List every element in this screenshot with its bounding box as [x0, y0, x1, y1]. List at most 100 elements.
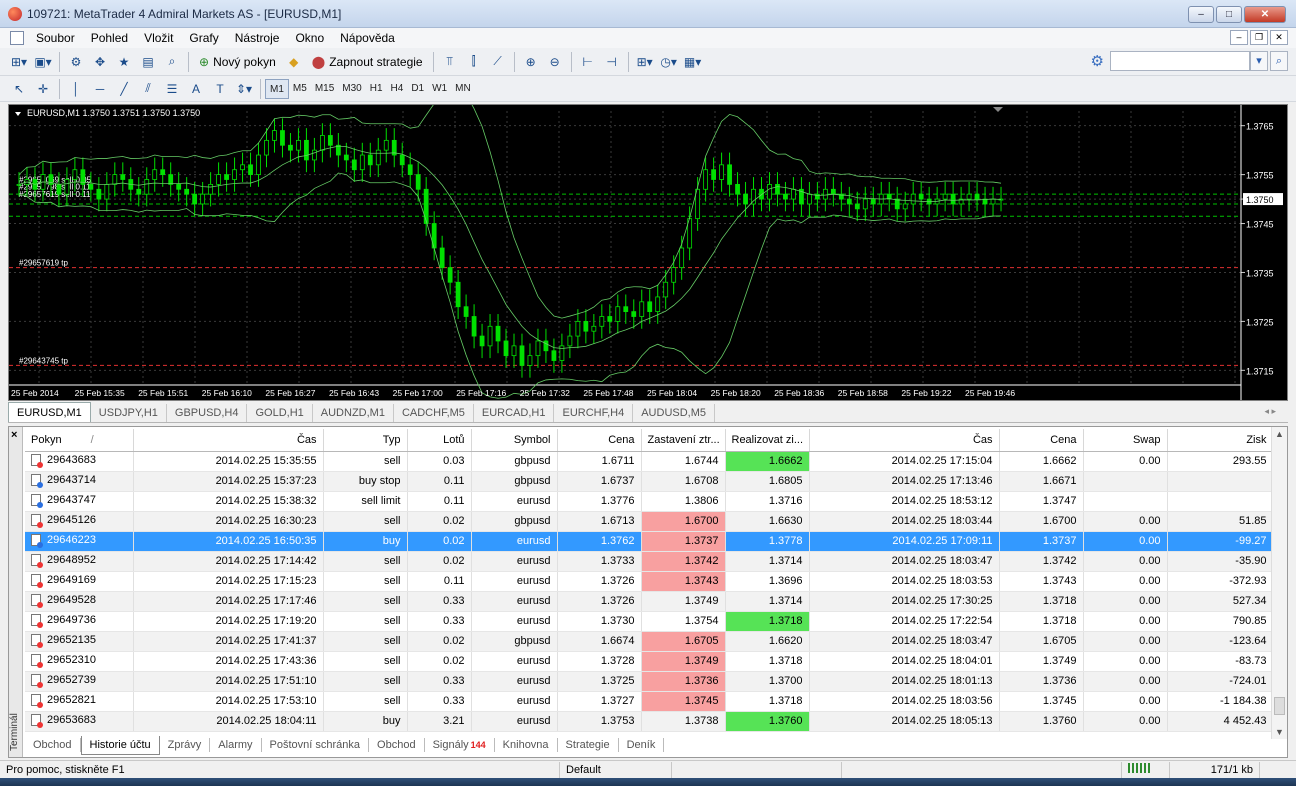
channel-icon[interactable]: ⫽ [137, 78, 159, 100]
history-row[interactable]: 29649169 2014.02.25 17:15:23 sell 0.11 eurus… [25, 571, 1274, 592]
menu-napoveda[interactable]: Nápověda [332, 31, 403, 45]
terminal-tab-strategie[interactable]: Strategie [558, 738, 619, 752]
favorites-icon[interactable]: ★ [113, 51, 135, 73]
auto-scroll-icon[interactable]: ⊢ [577, 51, 599, 73]
zoom-out-icon[interactable]: ⊖ [544, 51, 566, 73]
history-row[interactable]: 29643714 2014.02.25 15:37:23 buy stop 0.11 g… [25, 471, 1274, 492]
vertical-line-icon[interactable]: │ [65, 78, 87, 100]
profiles-icon[interactable]: ▣▾ [32, 51, 54, 73]
document-icon[interactable] [10, 31, 24, 45]
chart-tab-eurusd-m1[interactable]: EURUSD,M1 [8, 402, 91, 422]
chart-tab-gbpusd-h4[interactable]: GBPUSD,H4 [167, 404, 248, 422]
arrows-icon[interactable]: ⇕▾ [233, 78, 255, 100]
text-icon[interactable]: A [185, 78, 207, 100]
timeframe-m15[interactable]: M15 [311, 79, 338, 99]
terminal-toggle-icon[interactable]: ▤ [137, 51, 159, 73]
history-row[interactable]: 29645126 2014.02.25 16:30:23 sell 0.02 gbpus… [25, 511, 1274, 532]
history-row[interactable]: 29652739 2014.02.25 17:51:10 sell 0.33 eurus… [25, 671, 1274, 692]
terminal-tab-alarmy[interactable]: Alarmy [210, 738, 262, 752]
search-dropdown-icon[interactable]: ▾ [1250, 51, 1268, 71]
crosshair-icon[interactable]: ✛ [32, 78, 54, 100]
maximize-button[interactable]: □ [1216, 6, 1242, 23]
history-row[interactable]: 29649528 2014.02.25 17:17:46 sell 0.33 eurus… [25, 591, 1274, 612]
history-row[interactable]: 29652310 2014.02.25 17:43:36 sell 0.02 eurus… [25, 651, 1274, 672]
col-close-time[interactable]: Čas [809, 429, 1000, 452]
auto-trading-button[interactable]: ⬤ Zapnout strategie [307, 51, 428, 73]
col-symbol[interactable]: Symbol [471, 429, 558, 452]
new-chart-icon[interactable]: ⊞▾ [8, 51, 30, 73]
zoom-in-icon[interactable]: ⊕ [520, 51, 542, 73]
col-take-profit[interactable]: Realizovat zi... [725, 429, 810, 452]
cursor-icon[interactable]: ↖ [8, 78, 30, 100]
history-row[interactable]: 29643683 2014.02.25 15:35:55 sell 0.03 gbpus… [25, 451, 1274, 472]
col-open-time[interactable]: Čas [133, 429, 324, 452]
terminal-tab-historie-uctu[interactable]: Historie účtu [80, 735, 160, 755]
col-type[interactable]: Typ [323, 429, 408, 452]
mdi-restore-button[interactable]: ❐ [1250, 30, 1268, 45]
price-chart[interactable]: 1.3765 1.3755 1.3750 1.3745 1.3735 1.3725 1.37… [8, 86, 1288, 401]
history-row[interactable]: 29653683 2014.02.25 18:04:11 buy 3.21 eurusd… [25, 711, 1274, 732]
line-chart-icon[interactable]: ⟋ [487, 51, 509, 73]
tab-scroll-arrows-icon[interactable]: ◂ ▸ [1264, 406, 1276, 417]
history-row[interactable]: 29652135 2014.02.25 17:41:37 sell 0.02 gbpus… [25, 631, 1274, 652]
terminal-tab-obchod-market[interactable]: Obchod [369, 738, 425, 752]
col-close-price[interactable]: Cena [999, 429, 1084, 452]
terminal-tab-denik[interactable]: Deník [619, 738, 665, 752]
settings-gear-icon[interactable]: ⚙ [1091, 52, 1104, 70]
menu-vlozit[interactable]: Vložit [136, 31, 181, 45]
menu-okno[interactable]: Okno [287, 31, 332, 45]
history-row[interactable]: 29652821 2014.02.25 17:53:10 sell 0.33 eurus… [25, 691, 1274, 712]
search-input[interactable] [1110, 51, 1250, 71]
scroll-thumb[interactable] [1274, 697, 1285, 715]
timeframe-mn[interactable]: MN [451, 79, 475, 99]
indicators-icon[interactable]: ⊞▾ [634, 51, 656, 73]
col-stop-loss[interactable]: Zastavení ztr... [641, 429, 726, 452]
scroll-down-icon[interactable]: ▼ [1275, 727, 1284, 737]
horizontal-line-icon[interactable]: ─ [89, 78, 111, 100]
minimize-button[interactable]: – [1188, 6, 1214, 23]
terminal-tab-knihovna[interactable]: Knihovna [495, 738, 558, 752]
terminal-tab-zpravy[interactable]: Zprávy [160, 738, 211, 752]
candlestick-icon[interactable]: ⫿ [463, 51, 485, 73]
timeframe-d1[interactable]: D1 [407, 79, 428, 99]
timeframe-h4[interactable]: H4 [387, 79, 408, 99]
search-icon[interactable]: ⌕ [1270, 51, 1288, 71]
chart-tab-eurchf-h4[interactable]: EURCHF,H4 [554, 404, 634, 422]
close-button[interactable]: ✕ [1244, 6, 1286, 23]
terminal-tab-signaly[interactable]: Signály 144 [425, 738, 495, 752]
col-swap[interactable]: Swap [1083, 429, 1168, 452]
scroll-up-icon[interactable]: ▲ [1275, 429, 1284, 439]
mdi-close-button[interactable]: ✕ [1270, 30, 1288, 45]
terminal-tab-obchod[interactable]: Obchod [25, 738, 81, 752]
new-order-button[interactable]: ⊕ Nový pokyn [194, 51, 281, 73]
periods-icon[interactable]: ◷▾ [658, 51, 680, 73]
chart-tab-eurcad-h1[interactable]: EURCAD,H1 [474, 404, 555, 422]
timeframe-h1[interactable]: H1 [366, 79, 387, 99]
chart-shift-icon[interactable]: ⊣ [601, 51, 623, 73]
chart-tab-gold-h1[interactable]: GOLD,H1 [247, 404, 313, 422]
strategy-tester-icon[interactable]: ⌕ [161, 51, 183, 73]
history-row[interactable]: 29648952 2014.02.25 17:14:42 sell 0.02 eurus… [25, 551, 1274, 572]
terminal-close-icon[interactable]: × [11, 429, 17, 441]
chart-tab-cadchf-m5[interactable]: CADCHF,M5 [394, 404, 474, 422]
menu-pohled[interactable]: Pohled [83, 31, 136, 45]
market-watch-icon[interactable]: ⚙ [65, 51, 87, 73]
col-pokyn[interactable]: Pokyn / [25, 429, 134, 452]
bar-chart-icon[interactable]: ⫪ [439, 51, 461, 73]
timeframe-m1[interactable]: M1 [265, 78, 289, 99]
history-scrollbar[interactable]: ▲ ▼ [1271, 427, 1287, 739]
terminal-tab-postovni-schranka[interactable]: Poštovní schránka [262, 738, 370, 752]
templates-icon[interactable]: ▦▾ [682, 51, 704, 73]
col-price[interactable]: Cena [557, 429, 642, 452]
fibonacci-icon[interactable]: ☰ [161, 78, 183, 100]
timeframe-w1[interactable]: W1 [428, 79, 451, 99]
chart-tab-audusd-m5[interactable]: AUDUSD,M5 [633, 404, 716, 422]
menu-soubor[interactable]: Soubor [28, 31, 83, 45]
text-label-icon[interactable]: T [209, 78, 231, 100]
chart-tab-usdjpy-h1[interactable]: USDJPY,H1 [91, 404, 167, 422]
history-row[interactable]: 29646223 2014.02.25 16:50:35 buy 0.02 eurusd… [25, 531, 1274, 552]
metaeditor-icon[interactable]: ◆ [283, 51, 305, 73]
menu-nastroje[interactable]: Nástroje [227, 31, 288, 45]
timeframe-m30[interactable]: M30 [338, 79, 365, 99]
col-profit[interactable]: Zisk [1167, 429, 1274, 452]
